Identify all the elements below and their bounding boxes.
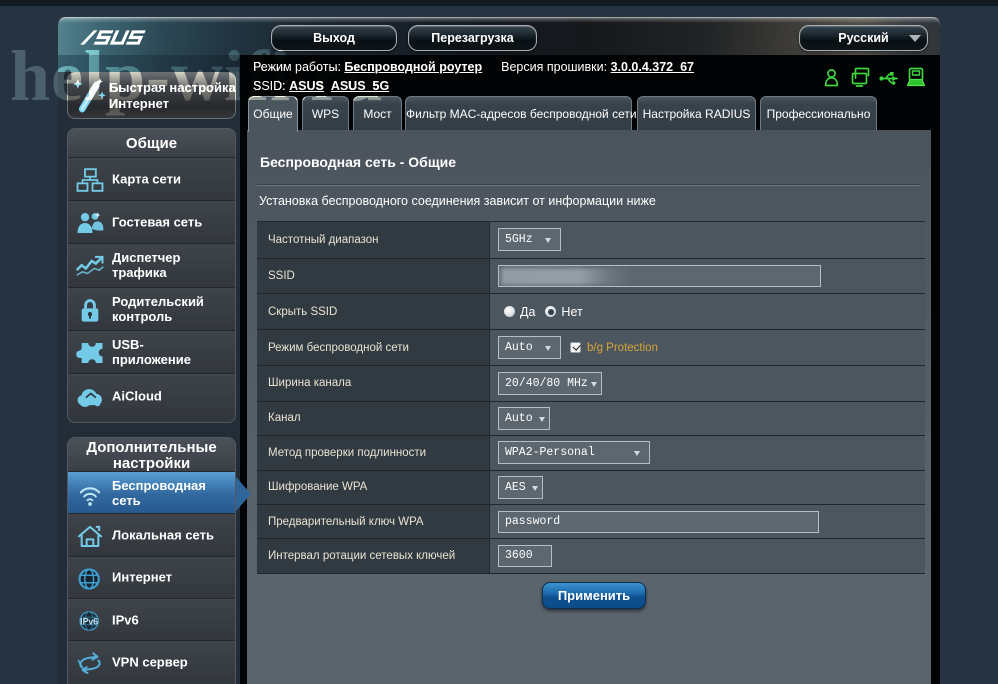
svg-text:IPv6: IPv6 (80, 616, 98, 626)
